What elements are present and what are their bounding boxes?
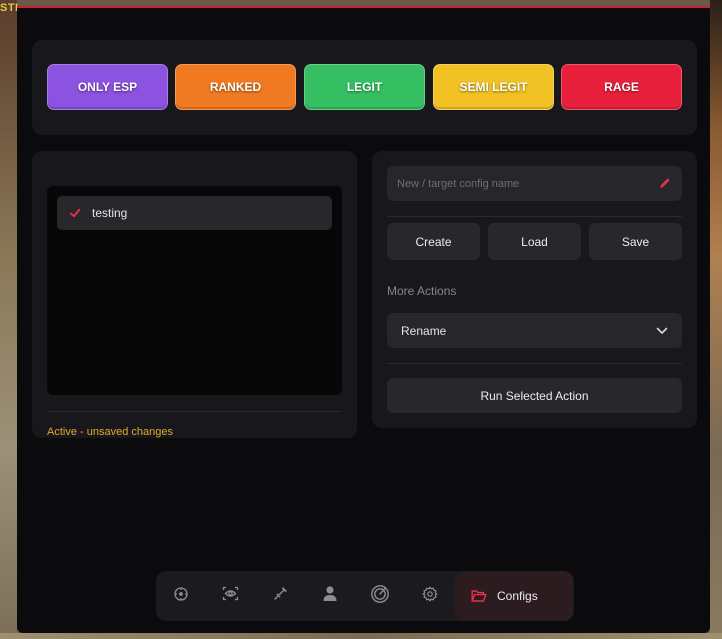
save-button[interactable]: Save [589,223,682,260]
game-background-bottom [0,633,722,639]
config-list[interactable]: testing [47,186,342,395]
config-status-text: Active - unsaved changes [47,426,173,438]
more-actions-select[interactable]: Rename [387,313,682,348]
nav-aimbot-tab[interactable] [156,571,206,621]
syringe-icon [273,586,288,606]
load-button[interactable]: Load [488,223,581,260]
nav-configs-tab[interactable]: Configs [455,571,573,621]
bottom-nav: Configs [156,571,574,621]
create-button[interactable]: Create [387,223,480,260]
divider [47,411,342,412]
preset-legit-button[interactable]: LEGIT [304,64,425,110]
nav-configs-label: Configs [497,589,538,603]
nav-player-tab[interactable] [305,571,355,621]
checkmark-icon [68,206,82,220]
nav-skins-tab[interactable] [355,571,405,621]
menu-window: ONLY ESP RANKED LEGIT SEMI LEGIT RAGE te… [17,6,710,633]
preset-ranked-button[interactable]: RANKED [175,64,296,110]
config-list-panel: testing Active - unsaved changes [32,151,357,438]
nav-misc-tab[interactable] [255,571,305,621]
crosshair-icon [173,586,189,607]
more-actions-label: More Actions [387,284,457,298]
folder-open-icon [471,589,487,603]
config-list-item[interactable]: testing [57,196,332,230]
config-name-input[interactable] [387,166,652,201]
chevron-down-icon [656,322,668,340]
game-background-left [0,0,17,639]
config-item-label: testing [92,206,128,220]
preset-semi-legit-button[interactable]: SEMI LEGIT [433,64,554,110]
preset-rage-button[interactable]: RAGE [561,64,682,110]
nav-visuals-tab[interactable] [205,571,255,621]
gauge-icon [370,584,390,609]
run-selected-action-button[interactable]: Run Selected Action [387,378,682,413]
divider [387,363,682,364]
person-icon [322,585,338,607]
config-name-field [387,166,682,201]
game-background-right [710,0,722,639]
presets-panel: ONLY ESP RANKED LEGIT SEMI LEGIT RAGE [32,40,697,135]
background-hud-text: STI [0,2,19,14]
nav-settings-tab[interactable] [405,571,455,621]
selected-action-value: Rename [401,323,447,338]
gear-icon [422,585,438,607]
divider [387,216,682,217]
pencil-icon[interactable] [658,176,672,190]
config-actions-panel: Create Load Save More Actions Rename Run… [372,151,697,428]
preset-only-esp-button[interactable]: ONLY ESP [47,64,168,110]
eye-scan-icon [222,585,239,607]
